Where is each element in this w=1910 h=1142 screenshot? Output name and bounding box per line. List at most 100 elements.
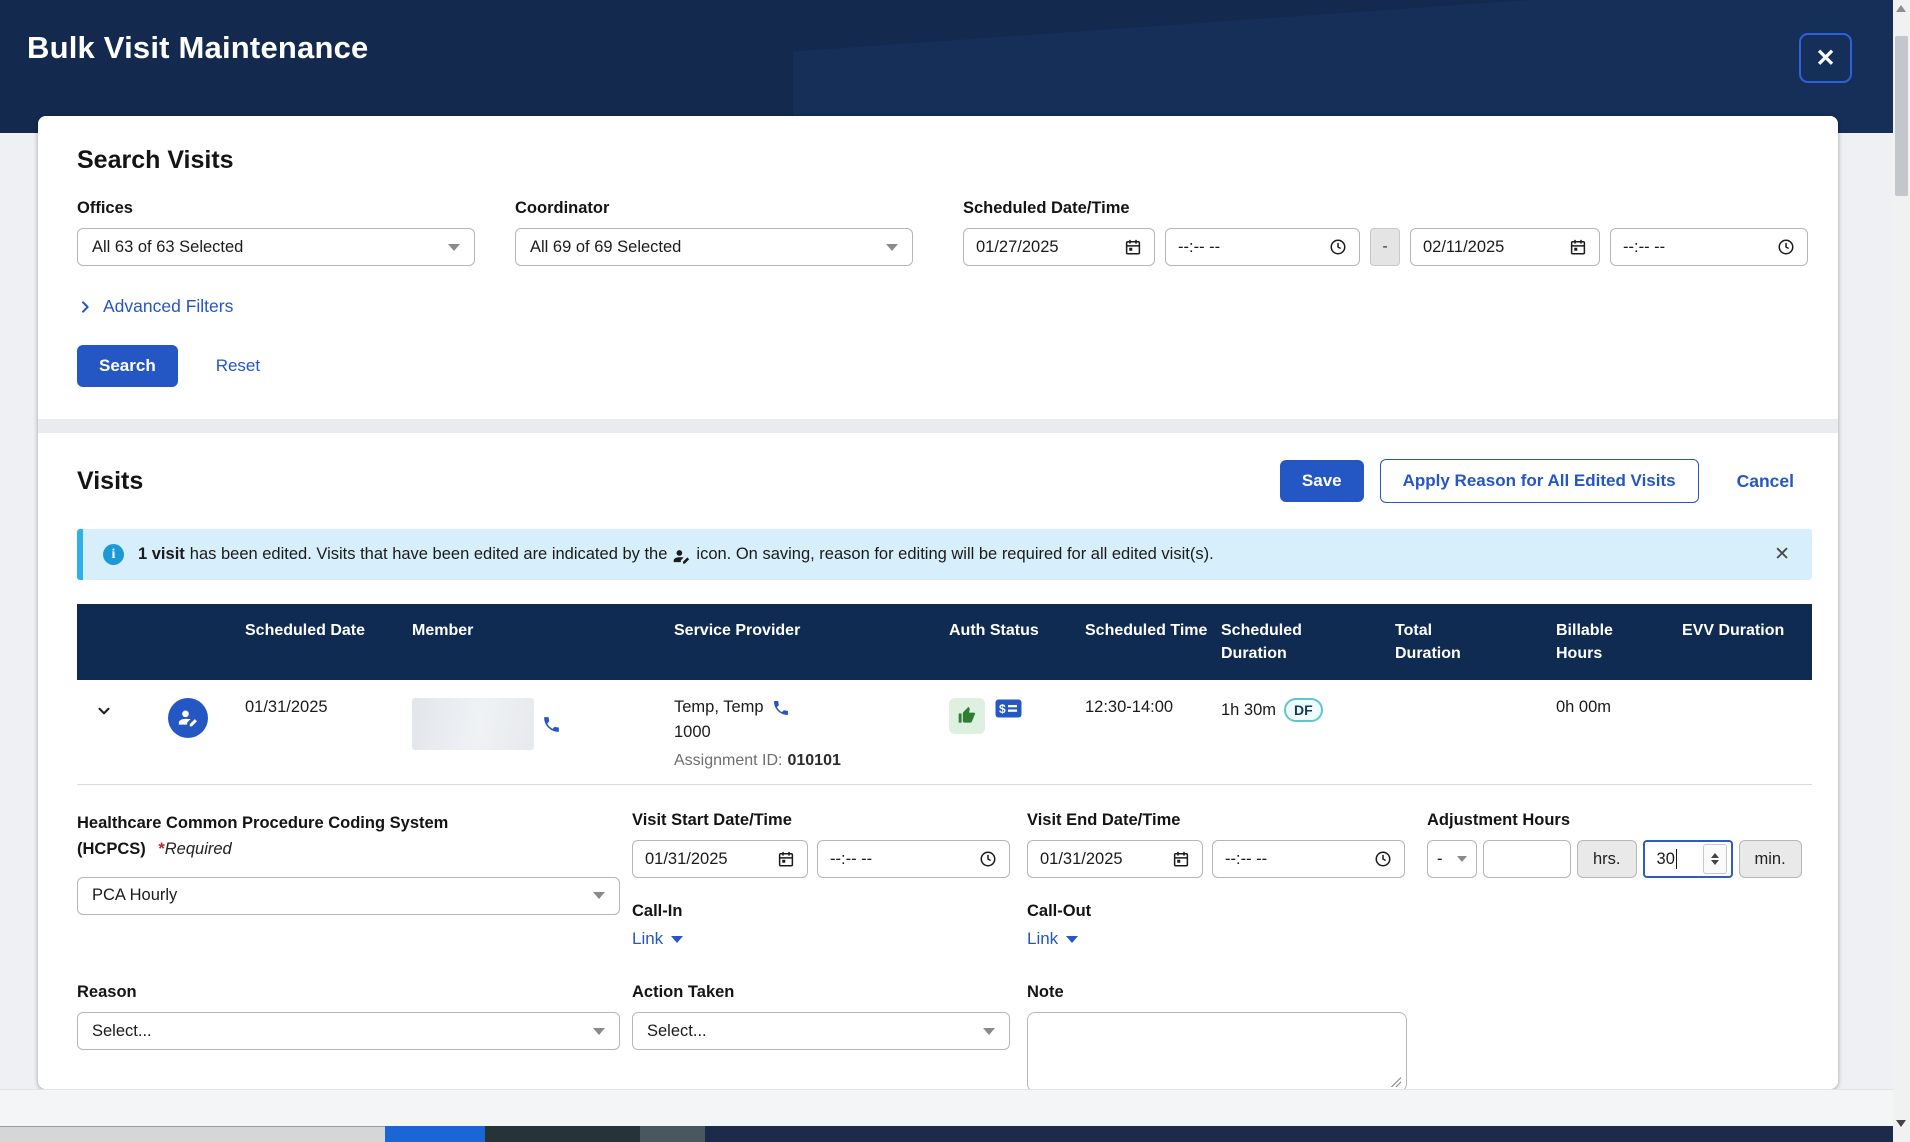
call-out-link[interactable]: Link [1027, 929, 1078, 949]
col-scheduled-duration: Scheduled Duration [1221, 604, 1331, 680]
number-stepper[interactable] [1703, 844, 1727, 874]
chevron-down-icon [886, 244, 898, 251]
visit-end-field: Visit End Date/Time 01/31/2025 --:-- -- … [1027, 811, 1427, 949]
page-footer-strip [0, 1089, 1893, 1126]
scroll-up-icon[interactable] [1896, 5, 1906, 12]
hcpcs-select[interactable]: PCA Hourly [77, 877, 620, 915]
chevron-down-icon [593, 1028, 605, 1035]
hcpcs-label-line2: (HCPCS) [77, 840, 146, 858]
banner-close-icon[interactable]: ✕ [1770, 543, 1794, 566]
offices-select[interactable]: All 63 of 63 Selected [77, 228, 475, 266]
vertical-scrollbar[interactable] [1893, 0, 1910, 1142]
cell-billable-hours: 0h 00m [1556, 680, 1682, 784]
cell-evv-duration [1682, 680, 1812, 784]
adjustment-sign-select[interactable]: - [1427, 840, 1477, 878]
visit-start-date-value: 01/31/2025 [645, 850, 777, 869]
reason-select[interactable]: Select... [77, 1012, 620, 1050]
scheduled-end-date-value: 02/11/2025 [1423, 238, 1569, 257]
thumbs-up-icon [957, 706, 977, 726]
col-evv-duration: EVV Duration [1682, 604, 1812, 680]
reason-field: Reason Select... [77, 983, 632, 1089]
cell-total-duration [1395, 680, 1556, 784]
adjustment-hours-field: Adjustment Hours - hrs. 30 min. [1427, 811, 1812, 949]
call-in-link[interactable]: Link [632, 929, 683, 949]
note-textarea[interactable] [1027, 1012, 1407, 1089]
calendar-icon [1124, 238, 1142, 256]
adjustment-minutes-value: 30 [1657, 850, 1675, 869]
visits-heading: Visits [77, 467, 143, 496]
scrollbar-thumb[interactable] [1895, 36, 1908, 196]
visit-end-label: Visit End Date/Time [1027, 811, 1427, 830]
cell-auth-status: $ [949, 680, 1085, 784]
cancel-button[interactable]: Cancel [1737, 471, 1794, 492]
visit-start-date-input[interactable]: 01/31/2025 [632, 840, 808, 878]
stepper-up-icon[interactable] [1711, 853, 1719, 858]
clock-icon [1374, 850, 1392, 868]
visit-edit-form: Healthcare Common Procedure Coding Syste… [77, 785, 1812, 949]
member-name-redacted [412, 698, 534, 750]
cell-scheduled-time: 12:30-14:00 [1085, 680, 1221, 784]
adjustment-minutes-input[interactable]: 30 [1643, 840, 1733, 878]
advanced-filters-toggle[interactable]: Advanced Filters [77, 296, 233, 317]
taskbar-segment [705, 1126, 1893, 1142]
col-edited [139, 604, 245, 680]
col-scheduled-time: Scheduled Time [1085, 604, 1221, 680]
modal-close-button[interactable]: ✕ [1799, 33, 1852, 83]
reason-select-value: Select... [92, 1022, 152, 1041]
chevron-down-icon [671, 936, 683, 943]
apply-reason-button[interactable]: Apply Reason for All Edited Visits [1380, 459, 1699, 503]
action-taken-field: Action Taken Select... [632, 983, 1027, 1089]
date-range-separator: - [1370, 228, 1400, 266]
phone-icon[interactable] [542, 715, 561, 734]
billing-card-icon: $ [995, 698, 1022, 719]
calendar-icon [1172, 850, 1190, 868]
scheduled-duration-value: 1h 30m [1221, 701, 1276, 720]
phone-icon[interactable] [772, 699, 790, 717]
expand-chevron-icon[interactable] [95, 702, 113, 720]
provider-name: Temp, Temp [674, 698, 764, 717]
close-icon: ✕ [1815, 44, 1835, 73]
auth-approved-chip [949, 698, 985, 734]
section-divider [38, 419, 1838, 433]
visits-section: Visits Save Apply Reason for All Edited … [38, 433, 1838, 1089]
stepper-down-icon[interactable] [1711, 860, 1719, 865]
scroll-down-icon[interactable] [1896, 1120, 1906, 1127]
person-edit-icon [178, 708, 198, 728]
search-button[interactable]: Search [77, 345, 178, 387]
scheduled-start-date-value: 01/27/2025 [976, 238, 1124, 257]
reset-button[interactable]: Reset [216, 356, 260, 376]
call-out-label: Call-Out [1027, 902, 1427, 921]
visit-end-date-input[interactable]: 01/31/2025 [1027, 840, 1203, 878]
action-taken-label: Action Taken [632, 983, 1027, 1002]
col-member: Member [412, 604, 674, 680]
scheduled-end-time-input[interactable]: --:-- -- [1610, 228, 1808, 266]
scheduled-datetime-label: Scheduled Date/Time [963, 199, 1808, 218]
note-label: Note [1027, 983, 1812, 1002]
search-visits-section: Search Visits Offices All 63 of 63 Selec… [38, 116, 1838, 419]
scheduled-end-date-input[interactable]: 02/11/2025 [1410, 228, 1600, 266]
col-service-provider: Service Provider [674, 604, 949, 680]
coordinator-select[interactable]: All 69 of 69 Selected [515, 228, 913, 266]
scheduled-start-time-input[interactable]: --:-- -- [1165, 228, 1360, 266]
taskbar-segment [0, 1126, 385, 1142]
save-button[interactable]: Save [1280, 460, 1364, 502]
reason-row: Reason Select... Action Taken Select... … [77, 949, 1812, 1089]
chevron-down-icon [1457, 856, 1467, 862]
chevron-down-icon [1066, 936, 1078, 943]
resize-handle-icon[interactable] [1391, 1077, 1401, 1087]
scheduled-start-time-value: --:-- -- [1178, 238, 1329, 257]
col-expand [77, 604, 139, 680]
action-taken-select[interactable]: Select... [632, 1012, 1010, 1050]
visit-start-time-input[interactable]: --:-- -- [817, 840, 1010, 878]
svg-text:$: $ [999, 702, 1006, 716]
scheduled-start-date-input[interactable]: 01/27/2025 [963, 228, 1155, 266]
modal-header [0, 0, 1893, 133]
visits-table: Scheduled Date Member Service Provider A… [77, 604, 1812, 785]
adjustment-hours-input[interactable] [1483, 840, 1571, 878]
clock-icon [1329, 238, 1347, 256]
chevron-right-icon [77, 299, 93, 315]
cell-member [412, 680, 674, 784]
visit-end-time-input[interactable]: --:-- -- [1212, 840, 1405, 878]
banner-bold-text: 1 visit [138, 545, 185, 564]
calendar-icon [1569, 238, 1587, 256]
